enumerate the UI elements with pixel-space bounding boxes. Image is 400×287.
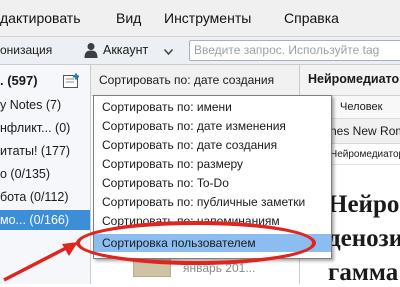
sidebar-item-notes[interactable]: y Notes (7) [0,95,90,115]
note-header: Нейромедиатор [300,65,400,96]
account-label: Аккаунт [103,43,149,57]
menu-bar: дактировать Вид Инструменты Справка [0,0,400,37]
note-title-header[interactable]: Нейромедиатор [308,72,400,86]
annotation-arrow-icon [3,242,78,282]
sidebar-item-label: нфликт... (0) [0,121,71,135]
sort-bar[interactable]: Сортировать по: дате создания [91,65,299,96]
sort-option-public[interactable]: Сортировать по: публичные заметки [94,193,331,211]
menu-edit[interactable]: дактировать [0,10,81,26]
notebooks-header-count[interactable]: . (597) [0,73,38,88]
sort-option-size[interactable]: Сортировать по: размеру [94,155,331,173]
sort-label[interactable]: Сортировать по: дате создания [99,73,274,87]
sidebar-item-quotes[interactable]: итаты! (177) [0,141,90,161]
note-body-line-3: гамма [328,259,399,286]
toolbar: онизация Аккаунт [0,37,400,65]
annotation-ellipse [76,221,316,265]
search-box[interactable] [189,40,400,61]
new-notebook-icon[interactable] [63,73,80,91]
sidebar-item-label: мо... (0/166) [0,213,70,227]
sidebar-item-conflicts[interactable]: нфликт... (0) [0,118,90,138]
user-icon [84,42,98,58]
sync-button[interactable]: онизация [0,43,52,57]
sort-option-label: Сортировать по: дате создания [102,138,278,152]
tab-person[interactable]: Человек [340,101,382,113]
sidebar-item-4[interactable]: о (0/135) [0,164,90,184]
sidebar-item-work[interactable]: бота (0/112) [0,187,90,207]
sort-option-label: Сортировать по: публичные заметки [102,195,306,209]
menu-help[interactable]: Справка [284,10,339,26]
sort-option-date-modified[interactable]: Сортировать по: дате изменения [94,117,331,135]
note-body-line-1: Нейро [328,191,400,218]
sidebar-item-label: итаты! (177) [0,144,71,158]
menu-tools[interactable]: Инструменты [164,10,251,26]
note-body-line-2: денозин [328,225,400,252]
sort-option-label: Сортировать по: имени [102,100,232,114]
sort-option-todo[interactable]: Сортировать по: To-Do [94,174,331,192]
sort-option-label: Сортировать по: To-Do [102,176,229,190]
sidebar-item-selected[interactable]: мо... (0/166) [0,210,90,230]
sort-option-label: Сортировать по: размеру [102,157,244,171]
menu-view[interactable]: Вид [116,10,141,26]
sort-option-name[interactable]: Сортировать по: имени [94,98,331,116]
sidebar-item-label: y Notes (7) [0,98,62,112]
sidebar-item-label: о (0/135) [0,167,51,181]
font-selector[interactable]: nes New Roma [330,124,400,138]
search-input[interactable] [190,41,400,58]
sidebar-item-label: бота (0/112) [0,190,69,204]
sort-option-label: Сортировать по: дате изменения [102,119,286,133]
note-breadcrumb: Нейромедиаторы [330,149,400,160]
sort-option-date-created[interactable]: Сортировать по: дате создания [94,136,331,154]
chevron-down-icon [163,45,174,59]
account-button[interactable]: Аккаунт [78,39,180,61]
